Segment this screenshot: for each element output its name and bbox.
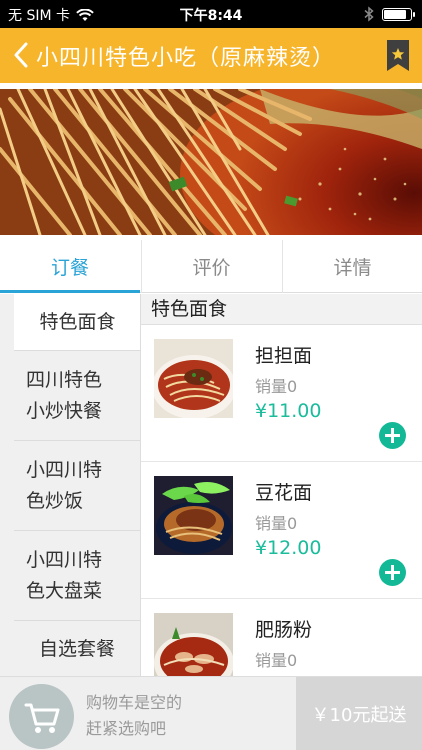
dish-sales: 销量0 — [255, 651, 298, 670]
category-item-fried-rice[interactable]: 小四川特 色炒饭 — [14, 441, 140, 531]
category-label: 色炒饭 — [26, 489, 84, 512]
bluetooth-icon — [364, 6, 374, 22]
category-item-custom-set[interactable]: 自选套餐 — [14, 621, 140, 676]
dish-sales: 销量0 — [255, 377, 298, 396]
shop-banner-image — [0, 89, 422, 235]
cart-button[interactable] — [9, 684, 74, 749]
cart-bar: 购物车是空的 赶紧选购吧 ￥10元起送 — [0, 676, 422, 750]
dish-list[interactable]: 特色面食 担担面 销量0 ¥11.00 豆花面 销量0 ¥12.00 肥肠粉 销… — [141, 294, 422, 676]
dish-sales: 销量0 — [255, 514, 298, 533]
category-label: 四川特色 — [26, 368, 103, 391]
back-arrow-icon — [14, 42, 28, 68]
category-label: 色大盘菜 — [26, 579, 103, 602]
cart-status-text: 购物车是空的 赶紧选购吧 — [86, 690, 182, 742]
page-title: 小四川特色小吃（原麻辣烫） — [36, 46, 336, 71]
dish-name: 担担面 — [255, 345, 313, 367]
tab-reviews[interactable]: 评价 — [141, 240, 281, 293]
dish-item[interactable]: 肥肠粉 销量0 — [141, 599, 422, 676]
category-sidebar[interactable]: 特色面食 四川特色 小炒快餐 小四川特 色炒饭 小四川特 色大盘菜 自选套餐 — [0, 294, 141, 676]
back-button[interactable] — [6, 38, 36, 72]
add-to-cart-button[interactable] — [379, 422, 406, 449]
add-to-cart-button[interactable] — [379, 559, 406, 586]
dish-item[interactable]: 豆花面 销量0 ¥12.00 — [141, 462, 422, 599]
nav-bar: 小四川特色小吃（原麻辣烫） — [0, 28, 422, 83]
status-time: 下午8:44 — [179, 8, 243, 24]
status-bar: 无 SIM 卡 下午8:44 — [0, 0, 422, 28]
favorite-button[interactable] — [386, 39, 410, 72]
status-right — [364, 6, 415, 22]
active-tab-indicator — [0, 290, 140, 293]
category-label: 自选套餐 — [38, 638, 115, 660]
dish-image — [154, 476, 233, 555]
battery-icon — [382, 7, 415, 21]
category-label: 小炒快餐 — [26, 399, 103, 422]
cart-hint-label: 赶紧选购吧 — [86, 719, 167, 738]
tab-details[interactable]: 详情 — [282, 240, 422, 293]
tab-bar: 订餐 评价 详情 — [0, 240, 422, 293]
category-item-noodles[interactable]: 特色面食 — [14, 294, 140, 351]
dish-image — [154, 339, 233, 418]
battery-fill — [384, 9, 406, 19]
bookmark-star-icon — [387, 40, 409, 71]
shopping-cart-icon — [24, 703, 60, 733]
dish-image — [154, 613, 233, 676]
category-label: 特色面食 — [39, 310, 116, 333]
dish-name: 豆花面 — [255, 482, 313, 504]
category-label: 小四川特 — [26, 458, 103, 481]
dish-price: ¥11.00 — [255, 400, 322, 422]
category-item-sichuan-stir-fry[interactable]: 四川特色 小炒快餐 — [14, 351, 140, 441]
checkout-button[interactable]: ￥10元起送 — [296, 677, 422, 750]
dish-name: 肥肠粉 — [255, 619, 313, 641]
tab-order[interactable]: 订餐 — [0, 240, 140, 293]
category-item-big-plate[interactable]: 小四川特 色大盘菜 — [14, 531, 140, 621]
dish-price: ¥12.00 — [255, 537, 322, 559]
cart-empty-label: 购物车是空的 — [86, 693, 183, 712]
category-label: 小四川特 — [26, 548, 103, 571]
dish-item[interactable]: 担担面 销量0 ¥11.00 — [141, 325, 422, 462]
section-header: 特色面食 — [141, 294, 422, 325]
